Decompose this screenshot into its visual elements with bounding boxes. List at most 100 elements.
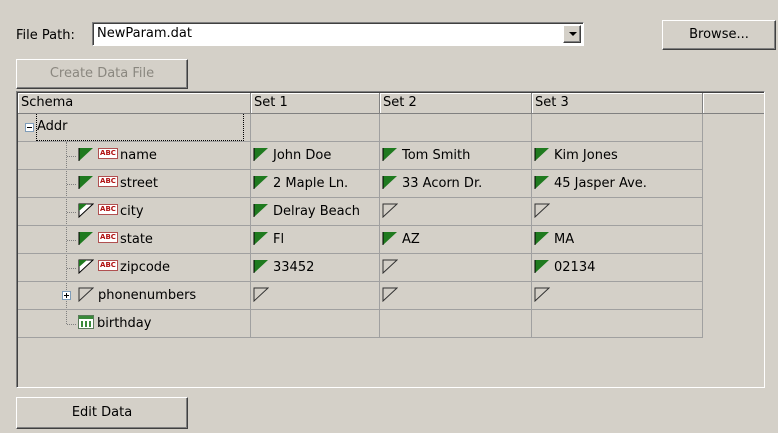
set-2-cell[interactable]: AZ bbox=[380, 226, 532, 254]
set-1-cell[interactable]: Fl bbox=[251, 226, 380, 254]
edit-data-button[interactable]: Edit Data bbox=[16, 397, 188, 429]
tree-node-label[interactable]: phonenumbers bbox=[98, 288, 196, 303]
set-2-cell[interactable] bbox=[380, 310, 532, 338]
set-cell[interactable] bbox=[251, 114, 380, 142]
tree-node-label[interactable]: birthday bbox=[97, 316, 151, 331]
set-2-cell[interactable] bbox=[380, 198, 532, 226]
tree-row-name[interactable]: ABC name John Doe Tom Smith Kim Jones bbox=[18, 142, 703, 170]
set-1-cell[interactable]: John Doe bbox=[251, 142, 380, 170]
abc-string-icon: ABC bbox=[98, 260, 118, 271]
set-3-cell[interactable]: MA bbox=[532, 226, 703, 254]
abc-string-icon: ABC bbox=[98, 148, 118, 159]
set-cell[interactable] bbox=[380, 114, 532, 142]
set-1-cell[interactable]: Delray Beach bbox=[251, 198, 380, 226]
set-3-cell[interactable]: Kim Jones bbox=[532, 142, 703, 170]
green-flag-icon bbox=[382, 146, 398, 162]
calendar-icon bbox=[78, 314, 94, 329]
tree-node-label[interactable]: street bbox=[120, 176, 158, 191]
schema-cell[interactable]: phonenumbers bbox=[18, 282, 251, 310]
tree-row-zipcode[interactable]: ABC zipcode 33452 02134 bbox=[18, 254, 703, 282]
tree-connector bbox=[67, 212, 76, 213]
file-path-label: File Path: bbox=[16, 28, 75, 43]
column-header-set-1[interactable]: Set 1 bbox=[251, 93, 380, 114]
green-flag-icon bbox=[253, 146, 269, 162]
set-1-cell[interactable]: 2 Maple Ln. bbox=[251, 170, 380, 198]
cell-value: 02134 bbox=[554, 260, 596, 275]
green-flag-icon bbox=[78, 230, 94, 246]
set-2-cell[interactable] bbox=[380, 254, 532, 282]
schema-cell[interactable]: Addr bbox=[18, 114, 251, 142]
schema-cell[interactable]: ABC zipcode bbox=[18, 254, 251, 282]
schema-cell[interactable]: ABC street bbox=[18, 170, 251, 198]
set-1-cell[interactable]: 33452 bbox=[251, 254, 380, 282]
schema-cell[interactable]: birthday bbox=[18, 310, 251, 338]
tree-node-label[interactable]: state bbox=[120, 232, 153, 247]
empty-flag-icon bbox=[382, 286, 398, 302]
schema-cell[interactable]: ABC city bbox=[18, 198, 251, 226]
green-flag-icon bbox=[253, 174, 269, 190]
browse-button[interactable]: Browse... bbox=[662, 20, 776, 50]
tree-connector bbox=[67, 184, 76, 185]
tree-node-label[interactable]: name bbox=[120, 148, 157, 163]
set-3-cell[interactable] bbox=[532, 282, 703, 310]
set-3-cell[interactable]: 45 Jasper Ave. bbox=[532, 170, 703, 198]
column-header-schema[interactable]: Schema bbox=[18, 93, 251, 114]
tree-node-label[interactable]: city bbox=[120, 204, 144, 219]
tree-row-state[interactable]: ABC state Fl AZ MA bbox=[18, 226, 703, 254]
set-2-cell[interactable]: 33 Acorn Dr. bbox=[380, 170, 532, 198]
expand-icon[interactable] bbox=[62, 291, 71, 300]
set-3-cell[interactable]: 02134 bbox=[532, 254, 703, 282]
green-flag-icon bbox=[534, 258, 550, 274]
cell-value: AZ bbox=[402, 232, 420, 247]
schema-cell[interactable]: ABC state bbox=[18, 226, 251, 254]
cell-value: Delray Beach bbox=[273, 204, 361, 219]
abc-string-icon: ABC bbox=[98, 232, 118, 243]
partial-flag-icon bbox=[78, 258, 94, 274]
column-header-set-3[interactable]: Set 3 bbox=[532, 93, 703, 114]
empty-flag-icon bbox=[382, 258, 398, 274]
green-flag-icon bbox=[253, 230, 269, 246]
file-path-combobox[interactable]: NewParam.dat bbox=[92, 22, 584, 46]
tree-node-label[interactable]: zipcode bbox=[120, 260, 170, 275]
column-header-filler bbox=[703, 93, 764, 114]
cell-value: 45 Jasper Ave. bbox=[554, 176, 647, 191]
green-flag-icon bbox=[382, 230, 398, 246]
set-3-cell[interactable] bbox=[532, 198, 703, 226]
tree-row-city[interactable]: ABC city Delray Beach bbox=[18, 198, 703, 226]
set-1-cell[interactable] bbox=[251, 310, 380, 338]
set-1-cell[interactable] bbox=[251, 282, 380, 310]
schema-grid[interactable]: Schema Set 1 Set 2 Set 3 Addr ABC name John… bbox=[16, 91, 765, 388]
cell-value: 33 Acorn Dr. bbox=[402, 176, 483, 191]
cell-value: 33452 bbox=[273, 260, 315, 275]
green-flag-icon bbox=[78, 174, 94, 190]
tree-row-street[interactable]: ABC street 2 Maple Ln. 33 Acorn Dr. 45 Jaspe… bbox=[18, 170, 703, 198]
set-2-cell[interactable] bbox=[380, 282, 532, 310]
green-flag-icon bbox=[253, 202, 269, 218]
tree-row-birthday[interactable]: birthday bbox=[18, 310, 703, 338]
tree-row-phonenumbers[interactable]: phonenumbers bbox=[18, 282, 703, 310]
green-flag-icon bbox=[253, 258, 269, 274]
tree-connector bbox=[67, 156, 76, 157]
abc-string-icon: ABC bbox=[98, 204, 118, 215]
green-flag-icon bbox=[534, 174, 550, 190]
schema-cell[interactable]: ABC name bbox=[18, 142, 251, 170]
tree-row-addr[interactable]: Addr bbox=[18, 114, 703, 142]
set-3-cell[interactable] bbox=[532, 310, 703, 338]
chevron-down-icon[interactable] bbox=[563, 25, 581, 43]
empty-flag-icon bbox=[382, 202, 398, 218]
cell-value: Tom Smith bbox=[402, 148, 471, 163]
cell-value: John Doe bbox=[273, 148, 332, 163]
file-path-value[interactable]: NewParam.dat bbox=[97, 26, 192, 41]
green-flag-icon bbox=[534, 146, 550, 162]
set-2-cell[interactable]: Tom Smith bbox=[380, 142, 532, 170]
create-data-file-button[interactable]: Create Data File bbox=[16, 59, 188, 89]
empty-flag-icon bbox=[534, 202, 550, 218]
tree-connector bbox=[67, 324, 76, 325]
cell-value: MA bbox=[554, 232, 575, 247]
set-cell[interactable] bbox=[532, 114, 703, 142]
collapse-icon[interactable] bbox=[25, 123, 34, 132]
column-header-set-2[interactable]: Set 2 bbox=[380, 93, 532, 114]
tree-connector bbox=[67, 268, 76, 269]
cell-value: Fl bbox=[273, 232, 285, 247]
tree-node-label[interactable]: Addr bbox=[36, 114, 244, 141]
